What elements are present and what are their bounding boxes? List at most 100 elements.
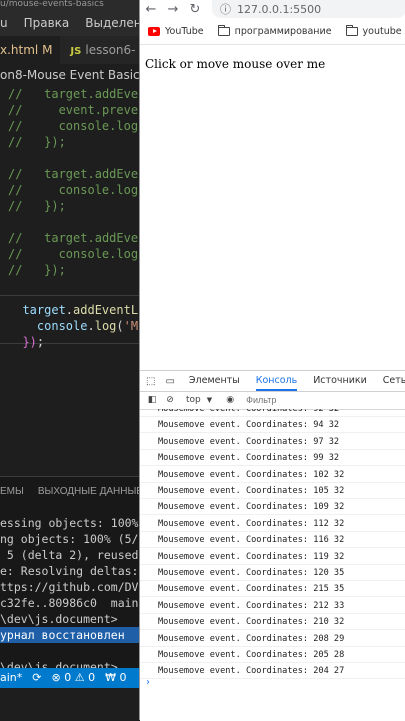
bookmark-youtube[interactable]: YouTube — [148, 26, 204, 37]
console-message: Mousemove event. Coordinates: 109 32 — [140, 499, 405, 516]
code-line: // console.log( — [8, 247, 140, 261]
terminal-panel: ЕМЫ ВЫХОДНЫЕ ДАННЫЕ essing objects: 100%… — [0, 476, 140, 674]
tab-elements[interactable]: Элементы — [189, 371, 240, 391]
console-message: Mousemove event. Coordinates: 102 32 — [140, 467, 405, 483]
bookmarks-bar: YouTube программирование youtube — [140, 18, 405, 45]
bookmark-label: YouTube — [165, 25, 204, 37]
sidebar-toggle-icon[interactable]: ◧ — [146, 395, 158, 405]
menu-item-edit[interactable]: Правка — [24, 16, 70, 30]
ports-status[interactable]: ₩ 0 — [105, 668, 126, 688]
console-message: Mousemove event. Coordinates: 208 29 — [140, 631, 405, 647]
menu-item-selection[interactable]: Выделение — [85, 16, 140, 30]
console-message: Mousemove event. Coordinates: 112 32 — [140, 516, 405, 532]
terminal-line: e: Resolving deltas: 10 — [0, 564, 139, 578]
panel-tab-problems[interactable]: ЕМЫ — [0, 486, 24, 497]
tab-network[interactable]: Сеть — [383, 371, 405, 391]
window-title: u/mouse-events-basics — [0, 0, 104, 9]
terminal-line: c32fe..80986c0 main - — [0, 596, 140, 610]
youtube-icon — [148, 26, 160, 36]
forward-arrow-icon[interactable]: → — [162, 2, 184, 17]
console-filter-input[interactable] — [246, 395, 347, 405]
bookmark-folder-youtube[interactable]: youtube — [345, 24, 402, 37]
code-line: // }); — [8, 135, 66, 149]
folder-icon — [345, 24, 358, 36]
terminal-line: ng objects: 100% (5/5) — [0, 532, 140, 546]
console-message: Mousemove event. Coordinates: 99 32 — [140, 450, 405, 467]
browser-nav-bar: ← → ↻ ⓘ 127.0.0.1:5500 — [140, 0, 405, 18]
code-line: // console.log( — [8, 183, 140, 197]
console-message: Mousemove event. Coordinates: 92 32 — [140, 409, 405, 417]
back-arrow-icon[interactable]: ← — [140, 2, 162, 17]
console-message: Mousemove event. Coordinates: 94 32 — [140, 417, 405, 434]
site-info-icon[interactable]: ⓘ — [220, 1, 231, 17]
devtools-tab-bar: ⬚ ▭ Элементы Консоль Источники Сеть П — [140, 371, 405, 392]
bookmark-label: youtube — [362, 25, 402, 37]
inspect-element-icon[interactable]: ⬚ — [146, 376, 155, 387]
panel-tab-bar: ЕМЫ ВЫХОДНЫЕ ДАННЫЕ — [0, 477, 140, 505]
chevron-down-icon: ▼ — [206, 396, 213, 404]
console-message: Mousemove event. Coordinates: 215 35 — [140, 581, 405, 598]
device-toolbar-icon[interactable]: ▭ — [165, 376, 174, 387]
bookmark-label: программирование — [234, 25, 332, 37]
browser-window: ← → ↻ ⓘ 127.0.0.1:5500 YouTube программи… — [139, 0, 405, 721]
problems-status[interactable]: ⊗ 0 ⚠ 0 — [52, 668, 96, 688]
console-log[interactable]: Mousemove event. Coordinates: 92 32 Mouse… — [140, 409, 405, 721]
console-message: Mousemove event. Coordinates: 204 27 — [140, 663, 405, 680]
editor-tab-html[interactable]: x.html M — [0, 36, 61, 64]
console-message: Mousemove event. Coordinates: 205 28 — [140, 647, 405, 663]
code-line: console.log('Mou — [8, 319, 140, 333]
breadcrumb-file[interactable]: on8-Mouse Event Basics.js — [0, 68, 140, 82]
code-line: // }); — [8, 263, 66, 277]
code-line: // event.prevent — [8, 103, 140, 117]
code-line: // }); — [8, 199, 66, 213]
console-message: Mousemove event. Coordinates: 105 32 — [140, 483, 405, 499]
reload-icon[interactable]: ↻ — [184, 2, 206, 17]
code-editor[interactable]: // target.addEvent // event.prevent // con… — [0, 86, 140, 476]
console-message: Mousemove event. Coordinates: 210 32 — [140, 614, 405, 631]
console-message: Mousemove event. Coordinates: 212 33 — [140, 598, 405, 614]
editor-tab-js[interactable]: JS lesson6- — [60, 36, 140, 64]
console-message: Mousemove event. Coordinates: 119 32 — [140, 549, 405, 565]
terminal-line: essing objects: 100% ( — [0, 516, 140, 530]
folder-icon — [217, 24, 230, 36]
tab-console[interactable]: Консоль — [255, 371, 298, 391]
console-message: Mousemove event. Coordinates: 120 35 — [140, 565, 405, 581]
code-line: // target.addEvent — [8, 87, 140, 101]
terminal-line: ttps://github.com/DVISN — [0, 580, 140, 594]
mouse-target-text[interactable]: Click or move mouse over me — [145, 57, 325, 71]
status-bar: ain* ⟳ ⊗ 0 ⚠ 0 ₩ 0 — [0, 668, 140, 688]
menu-item-view[interactable]: u — [0, 16, 8, 30]
console-toolbar: ◧ ⊘ top ▼ ◉ — [140, 391, 405, 410]
panel-tab-output[interactable]: ВЫХОДНЫЕ ДАННЫЕ — [38, 486, 140, 497]
clear-console-icon[interactable]: ⊘ — [164, 395, 176, 405]
page-viewport[interactable]: Click or move mouse over me — [140, 45, 405, 370]
editor-tab-bar: x.html M JS lesson6- — [0, 36, 140, 64]
console-message: Mousemove event. Coordinates: 97 32 — [140, 434, 405, 450]
terminal-line: урнал восстановлен — [0, 627, 140, 643]
taskbar-area — [0, 688, 140, 720]
address-bar[interactable]: ⓘ 127.0.0.1:5500 — [212, 0, 405, 18]
terminal-line: 5 (delta 2), reused 0 — [0, 548, 140, 562]
editor-tab-label: x.html M — [0, 43, 53, 57]
bookmark-folder-programming[interactable]: программирование — [217, 24, 332, 37]
tab-sources[interactable]: Источники — [313, 371, 367, 391]
devtools-panel: ⬚ ▭ Элементы Консоль Источники Сеть П ◧ … — [140, 370, 405, 721]
vscode-menu-bar: u Правка Выделение — [0, 9, 140, 36]
context-select[interactable]: top ▼ — [186, 395, 212, 405]
code-line: // console.log( — [8, 119, 140, 133]
breadcrumb[interactable]: on8-Mouse Event Basics.js — [0, 64, 140, 86]
code-line: target.addEventLis — [8, 303, 140, 317]
sync-icon[interactable]: ⟳ — [32, 668, 41, 688]
console-prompt[interactable]: › — [146, 677, 150, 688]
code-line: // target.addEvent — [8, 231, 140, 245]
js-file-icon: JS — [70, 46, 82, 57]
context-value: top — [186, 395, 201, 405]
branch-status[interactable]: ain* — [0, 668, 22, 688]
eye-icon[interactable]: ◉ — [224, 395, 236, 405]
terminal-line: \dev\js.document> — [0, 612, 118, 626]
code-line: }); — [8, 335, 45, 349]
url-text: 127.0.0.1:5500 — [237, 2, 322, 16]
console-message: Mousemove event. Coordinates: 116 32 — [140, 532, 405, 549]
editor-tab-label: lesson6- — [85, 43, 136, 57]
